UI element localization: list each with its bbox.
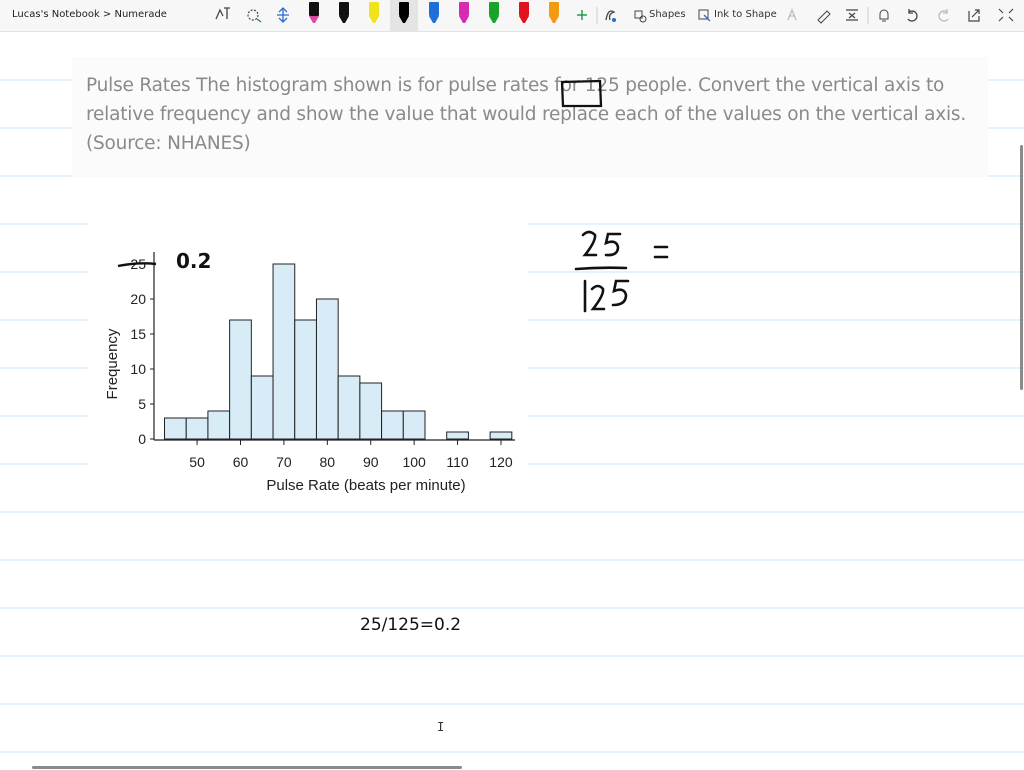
shapes-icon[interactable]	[634, 10, 647, 23]
pen-magenta-icon[interactable]	[459, 2, 469, 23]
vertical-scrollbar[interactable]	[1020, 145, 1023, 390]
histogram-bar	[185, 417, 209, 440]
x-tick-label: 100	[402, 454, 426, 470]
ink-to-math-icon	[787, 8, 797, 21]
lasso-select-icon[interactable]	[215, 7, 230, 20]
share-icon[interactable]	[968, 9, 980, 22]
y-tick-label: 20	[130, 291, 146, 307]
histogram-bar	[315, 298, 339, 440]
histogram-bar	[164, 417, 187, 440]
fullscreen-icon[interactable]	[998, 8, 1014, 22]
histogram-bar	[294, 319, 317, 440]
add-pen-icon[interactable]	[577, 10, 587, 20]
histogram-chart: 051015202550 60 70 80 90 100 110 120Pulse Rate …	[104, 249, 515, 494]
pen-black-1-icon[interactable]	[309, 2, 319, 23]
pen-black-selected-icon[interactable]	[390, 0, 418, 31]
histogram-bar	[229, 319, 252, 440]
x-tick-label: 120	[489, 454, 513, 470]
x-tick-label: 50	[189, 454, 205, 470]
question-card: Pulse Rates The histogram shown is for p…	[72, 57, 988, 177]
math-icon[interactable]	[846, 9, 858, 21]
shapes-button-label[interactable]: Shapes	[649, 9, 686, 20]
ink-annotation-0-2: 0.2	[176, 249, 211, 273]
histogram-bar	[381, 410, 404, 440]
ink-to-shape-icon[interactable]	[698, 9, 711, 22]
y-tick-label: 10	[130, 361, 146, 377]
ruler-icon[interactable]	[817, 10, 831, 24]
question-text: Pulse Rates The histogram shown is for p…	[86, 71, 976, 158]
bell-icon[interactable]	[879, 9, 889, 22]
histogram-figure: 0 5 10 15 20 25 50 60 70 80 90 100 110 120 Pulse Rate …	[88, 213, 528, 503]
undo-icon[interactable]	[907, 9, 918, 22]
text-cursor-icon: I	[437, 720, 445, 734]
pen-blue-icon[interactable]	[429, 2, 439, 23]
histogram-bar	[446, 431, 469, 440]
horizontal-scrollbar[interactable]	[32, 766, 462, 769]
toolbar: Lucas's Notebook > Numerade Shapes Ink t…	[0, 0, 1024, 32]
typed-equation[interactable]: 25/125=0.2	[360, 615, 461, 635]
ink-to-shape-button-label[interactable]: Ink to Shape	[714, 9, 777, 20]
highlighter-yellow-icon[interactable]	[369, 2, 379, 23]
x-tick-label: 110	[446, 454, 469, 470]
x-tick-label: 80	[320, 454, 336, 470]
x-tick-label: 90	[363, 454, 379, 470]
toolbar-icons	[215, 0, 1014, 31]
x-tick-label: 70	[276, 454, 292, 470]
redo-icon	[938, 9, 949, 22]
pen-green-icon[interactable]	[489, 2, 499, 23]
y-tick-label: 5	[138, 396, 146, 412]
histogram-bar	[337, 375, 361, 440]
pen-red-icon[interactable]	[519, 2, 529, 23]
question-text-body: Pulse Rates The histogram shown is for p…	[86, 75, 967, 154]
x-tick-label: 60	[233, 454, 249, 470]
add-space-icon[interactable]	[277, 7, 289, 23]
histogram-bar	[272, 263, 296, 440]
histogram-bar	[402, 410, 426, 440]
notebook-page[interactable]: Pulse Rates The histogram shown is for p…	[0, 31, 1024, 770]
pen-orange-icon[interactable]	[549, 2, 559, 23]
ink-to-text-icon[interactable]	[605, 10, 616, 22]
histogram-bar	[250, 375, 274, 440]
y-tick-label: 0	[138, 431, 146, 447]
histogram-bar	[359, 382, 383, 440]
histogram-bar	[489, 431, 513, 440]
x-axis-label: Pulse Rate (beats per minute)	[266, 477, 465, 494]
lasso-icon[interactable]	[247, 9, 262, 23]
y-axis-label: Frequency	[104, 328, 121, 399]
histogram-bar	[207, 410, 231, 440]
y-tick-label: 15	[130, 326, 146, 342]
pen-black-2-icon[interactable]	[339, 2, 349, 23]
